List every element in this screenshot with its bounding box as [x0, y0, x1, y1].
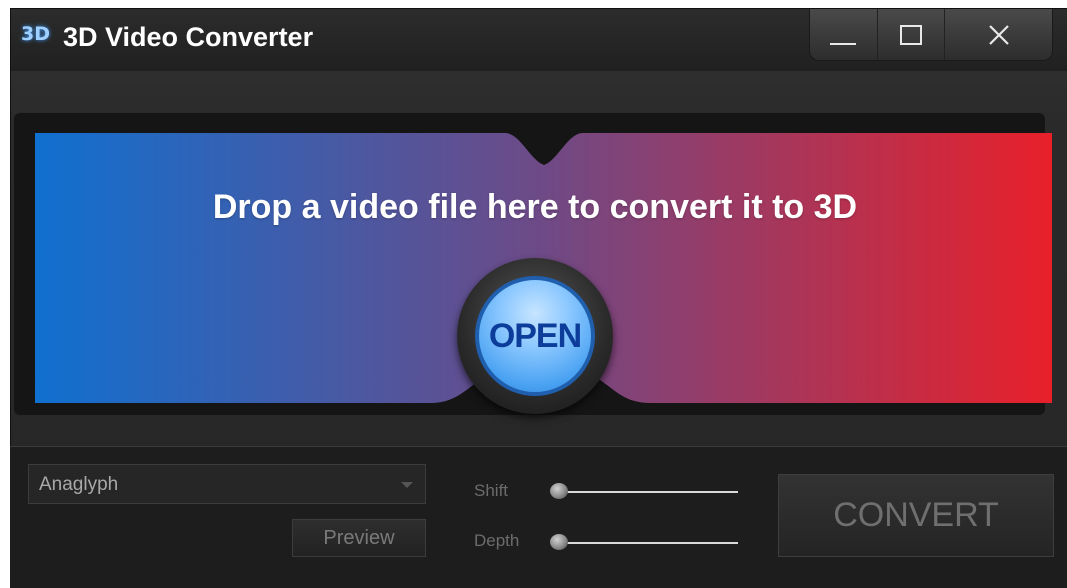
shift-slider-track[interactable] — [556, 491, 738, 493]
chevron-down-icon — [401, 482, 413, 488]
convert-button[interactable]: CONVERT — [778, 474, 1054, 557]
drop-instructions: Drop a video file here to convert it to … — [212, 188, 858, 226]
depth-label: Depth — [474, 531, 520, 550]
depth-slider-track[interactable] — [556, 542, 738, 544]
shift-slider-thumb[interactable] — [550, 483, 568, 499]
depth-slider-thumb[interactable] — [550, 534, 568, 550]
mode-select[interactable]: Anaglyph — [28, 464, 426, 504]
preview-button[interactable]: Preview — [292, 519, 426, 557]
shift-label: Shift — [474, 481, 509, 500]
mode-select-value: Anaglyph — [39, 474, 119, 495]
open-button[interactable]: OPEN — [475, 276, 595, 396]
